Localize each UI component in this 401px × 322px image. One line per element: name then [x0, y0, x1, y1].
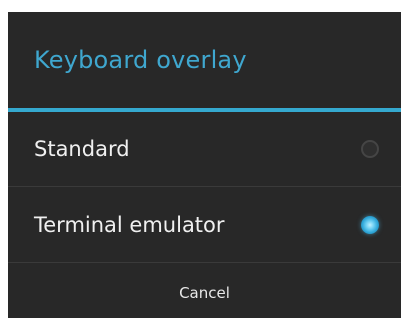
option-label: Terminal emulator [34, 213, 225, 237]
button-divider [8, 262, 401, 263]
option-divider [8, 186, 401, 187]
option-label: Standard [34, 137, 130, 161]
radio-selected-icon[interactable] [361, 216, 379, 234]
cancel-button[interactable]: Cancel [8, 264, 401, 318]
dialog-title: Keyboard overlay [34, 46, 247, 74]
option-terminal-emulator[interactable]: Terminal emulator [8, 188, 401, 262]
radio-unselected-icon[interactable] [361, 140, 379, 158]
keyboard-overlay-dialog: Keyboard overlay Standard Terminal emula… [8, 12, 401, 318]
option-standard[interactable]: Standard [8, 112, 401, 186]
